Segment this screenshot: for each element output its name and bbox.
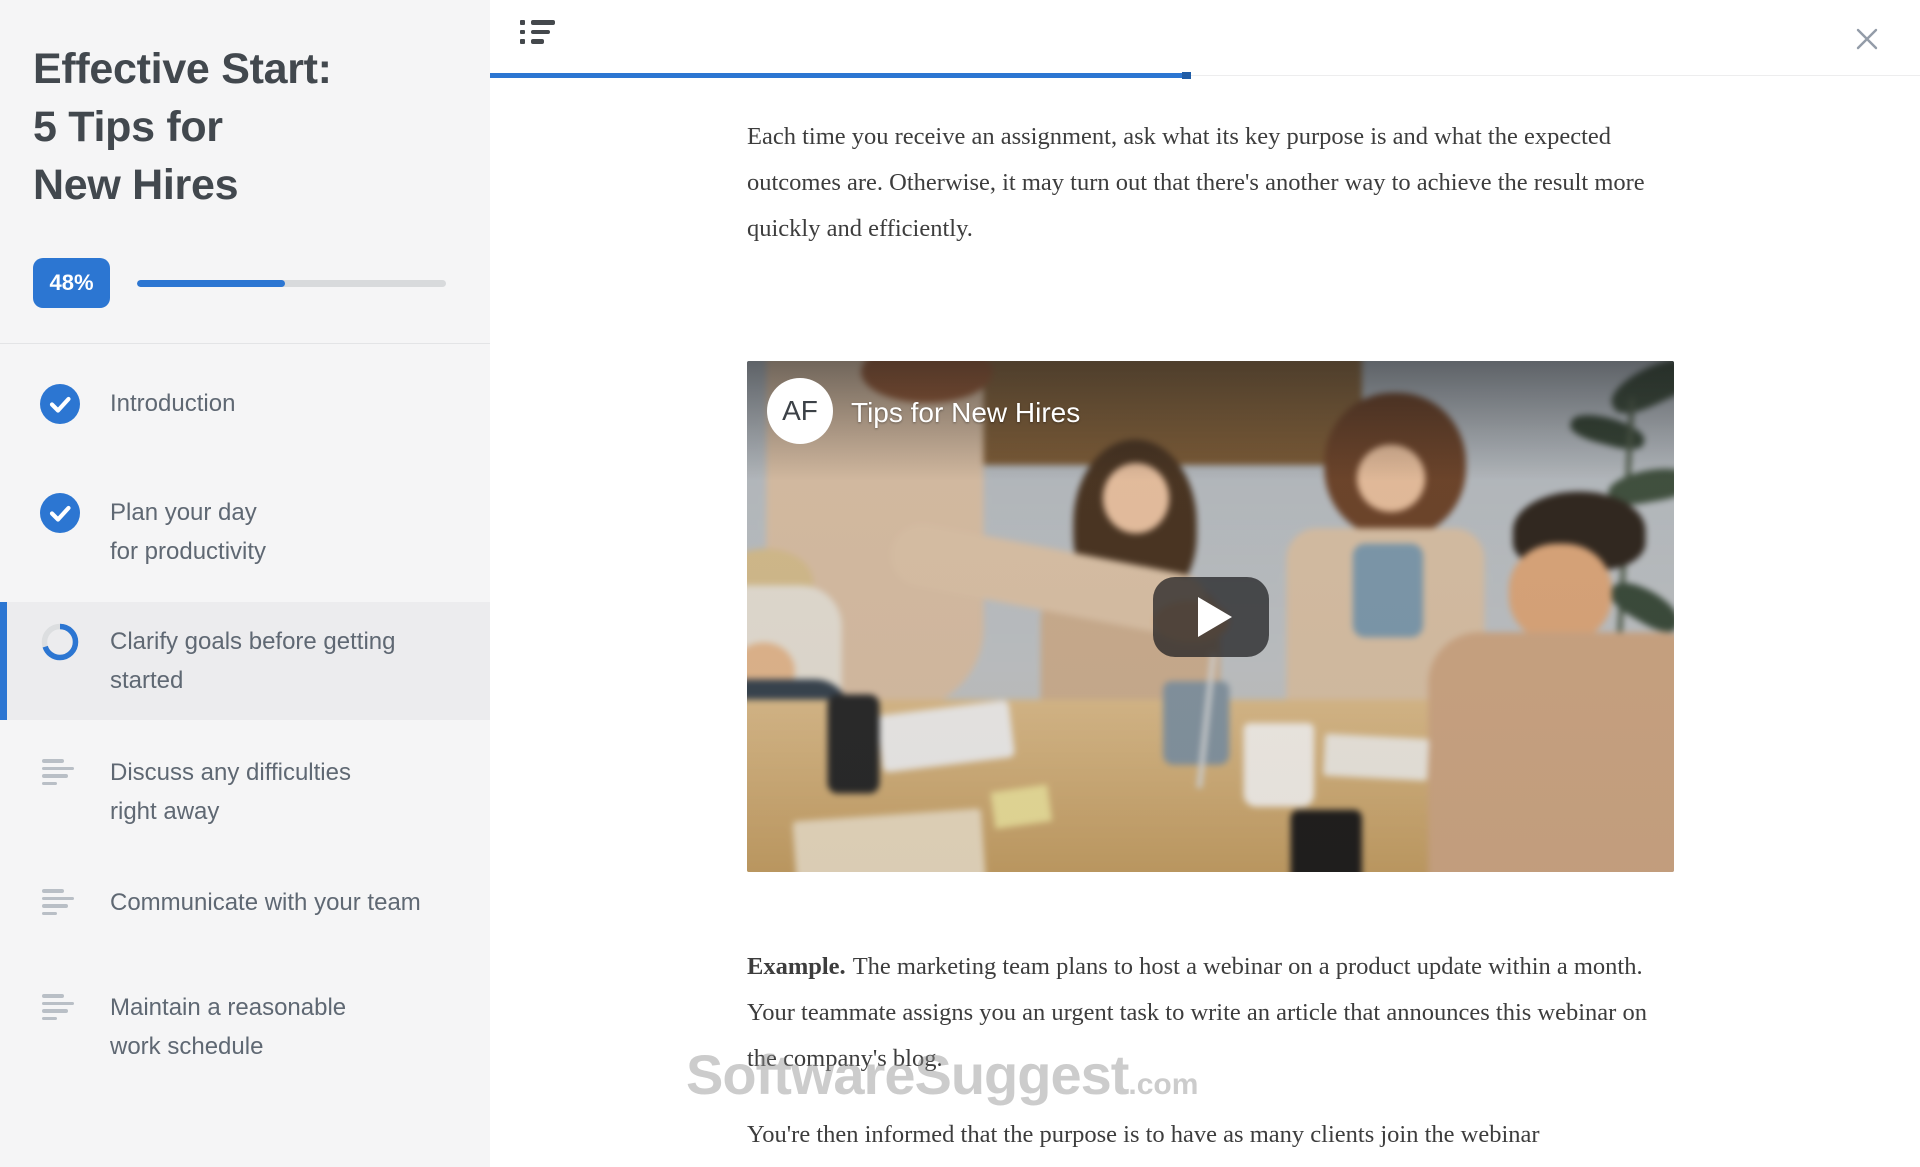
- lesson-label: Discuss any difficulties: [110, 753, 351, 792]
- sidebar-item-plan-your-day[interactable]: Plan your day for productivity: [0, 473, 490, 591]
- sidebar-item-work-schedule[interactable]: Maintain a reasonable work schedule: [0, 968, 490, 1086]
- close-icon[interactable]: [1854, 26, 1880, 52]
- lesson-topbar: [490, 0, 1920, 76]
- lesson-label: Maintain a reasonable: [110, 988, 346, 1027]
- sidebar-item-discuss-difficulties[interactable]: Discuss any difficulties right away: [0, 733, 490, 851]
- lesson-label: Introduction: [110, 384, 235, 423]
- play-icon: [1198, 597, 1232, 637]
- paragraph: Example.The marketing team plans to host…: [747, 944, 1677, 1082]
- text-lines-icon: [40, 759, 80, 799]
- example-label: Example.: [747, 953, 846, 980]
- course-sidebar: Effective Start: 5 Tips for New Hires 48…: [0, 0, 490, 1167]
- lesson-label: Clarify goals before getting: [110, 622, 396, 661]
- video-title[interactable]: Tips for New Hires: [851, 397, 1080, 429]
- lesson-list: Introduction Plan your day for productiv…: [0, 364, 490, 1086]
- course-progress: 48%: [33, 258, 446, 308]
- play-button[interactable]: [1153, 577, 1269, 657]
- course-title: Effective Start: 5 Tips for New Hires: [33, 40, 457, 214]
- channel-avatar[interactable]: AF: [767, 378, 833, 444]
- lesson-label: started: [110, 661, 396, 700]
- progress-bar: [137, 280, 446, 287]
- paragraph: You're then informed that the purpose is…: [747, 1112, 1677, 1158]
- outline-list-icon[interactable]: [520, 20, 556, 54]
- sidebar-item-communicate-team[interactable]: Communicate with your team: [0, 863, 490, 949]
- in-progress-ring-icon: [40, 622, 80, 662]
- video-player[interactable]: AF Tips for New Hires: [747, 361, 1674, 872]
- example-text: The marketing team plans to host a webin…: [747, 953, 1647, 1072]
- completed-check-icon: [40, 493, 80, 533]
- course-title-line: 5 Tips for: [33, 98, 457, 156]
- lesson-content: Each time you receive an assignment, ask…: [490, 0, 1920, 1167]
- completed-check-icon: [40, 384, 80, 424]
- lesson-label: for productivity: [110, 532, 266, 571]
- lesson-page: Each time you receive an assignment, ask…: [490, 76, 1674, 1158]
- course-title-line: New Hires: [33, 156, 457, 214]
- sidebar-divider: [0, 343, 490, 344]
- course-title-line: Effective Start:: [33, 40, 457, 98]
- progress-percent-badge: 48%: [33, 258, 110, 308]
- lesson-label: Plan your day: [110, 493, 266, 532]
- lesson-label: right away: [110, 792, 351, 831]
- progress-bar-fill: [137, 280, 285, 287]
- paragraph: Each time you receive an assignment, ask…: [747, 114, 1677, 252]
- lesson-progress-bar: [490, 73, 1191, 78]
- sidebar-item-clarify-goals[interactable]: Clarify goals before getting started: [0, 602, 490, 720]
- lesson-label: Communicate with your team: [110, 883, 421, 922]
- text-lines-icon: [40, 994, 80, 1034]
- text-lines-icon: [40, 889, 80, 929]
- lesson-label: work schedule: [110, 1027, 346, 1066]
- sidebar-item-introduction[interactable]: Introduction: [0, 364, 490, 444]
